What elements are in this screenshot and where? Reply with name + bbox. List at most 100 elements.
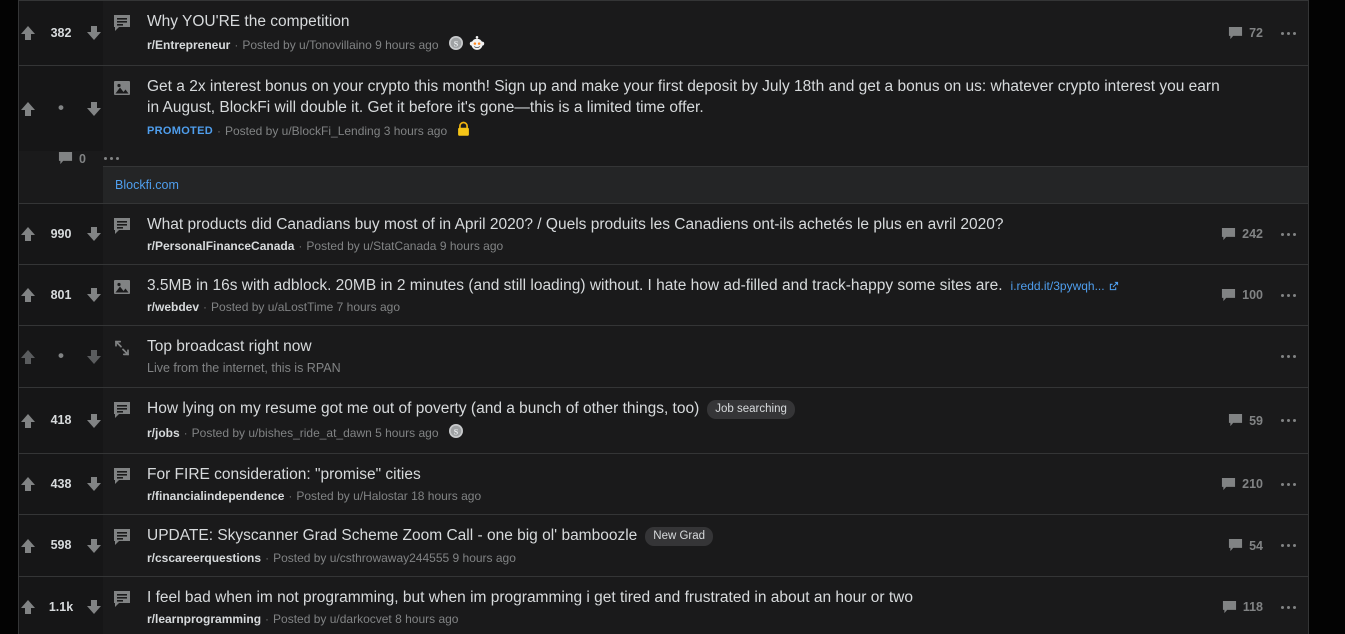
post-title[interactable]: I feel bad when im not programming, but … — [147, 587, 913, 608]
downvote-icon[interactable] — [84, 536, 104, 556]
text-post-icon[interactable] — [103, 515, 141, 576]
more-options-icon[interactable] — [1281, 605, 1296, 609]
post-row[interactable]: 1.1k I feel bad when im not programming, … — [18, 576, 1309, 634]
post-author-time[interactable]: Posted by u/StatCanada 9 hours ago — [306, 238, 503, 254]
text-post-icon[interactable] — [103, 454, 141, 514]
more-options-icon[interactable] — [1281, 31, 1296, 35]
subreddit-link[interactable]: r/learnprogramming — [147, 611, 261, 627]
broadcast-expand-icon[interactable] — [103, 326, 141, 387]
text-post-icon[interactable] — [103, 1, 141, 65]
ad-url-link[interactable]: Blockfi.com — [115, 178, 179, 192]
more-options-icon[interactable] — [1281, 482, 1296, 486]
post-row[interactable]: 382 Why YOU'RE the competition r/Entrepren… — [18, 0, 1309, 65]
subreddit-link[interactable]: r/webdev — [147, 299, 199, 315]
post-meta: r/webdev · Posted by u/aLostTime 7 hours a… — [147, 299, 1190, 315]
more-options-icon[interactable] — [1281, 293, 1296, 297]
upvote-icon[interactable] — [18, 536, 38, 556]
subreddit-link[interactable]: r/jobs — [147, 425, 180, 441]
post-author-time[interactable]: Posted by u/csthrowaway244555 9 hours ag… — [273, 550, 516, 566]
upvote-icon[interactable] — [18, 347, 38, 367]
more-options-icon[interactable] — [1281, 355, 1296, 358]
post-author-time[interactable]: Posted by u/darkocvet 8 hours ago — [273, 611, 458, 627]
post-row[interactable]: 418 How lying on my resume got me out of … — [18, 387, 1309, 453]
post-outbound-link[interactable]: i.redd.it/3pywqh... — [1011, 279, 1119, 293]
post-row[interactable]: 598 UPDATE: Skyscanner Grad Scheme Zoom C… — [18, 514, 1309, 576]
downvote-icon[interactable] — [84, 474, 104, 494]
more-options-icon[interactable] — [1281, 232, 1296, 236]
post-author-time[interactable]: Posted by u/Tonovillaino 9 hours ago — [242, 37, 438, 53]
post-row[interactable]: 438 For FIRE consideration: "promise" cit… — [18, 453, 1309, 514]
vote-column: • — [19, 326, 103, 387]
subreddit-link[interactable]: r/PersonalFinanceCanada — [147, 238, 294, 254]
comment-count-button[interactable]: 100 — [1221, 288, 1263, 303]
upvote-icon[interactable] — [18, 597, 38, 617]
lock-icon[interactable] — [456, 121, 471, 141]
upvote-icon[interactable] — [18, 285, 38, 305]
post-actions: 100 — [1196, 265, 1308, 325]
comment-count-button[interactable]: 0 — [58, 151, 86, 166]
post-meta: PROMOTED · Posted by u/BlockFi_Lending 3 h… — [147, 121, 1302, 141]
post-body: Why YOU'RE the competition r/Entrepreneur… — [141, 1, 1196, 65]
more-options-icon[interactable] — [1281, 544, 1296, 547]
downvote-icon[interactable] — [84, 224, 104, 244]
post-author-time[interactable]: Posted by u/BlockFi_Lending 3 hours ago — [225, 123, 447, 139]
post-title[interactable]: 3.5MB in 16s with adblock. 20MB in 2 min… — [147, 275, 1003, 296]
image-post-icon[interactable] — [103, 66, 141, 151]
silver-award-icon[interactable]: S — [448, 35, 464, 55]
upvote-icon[interactable] — [18, 224, 38, 244]
post-body: 3.5MB in 16s with adblock. 20MB in 2 min… — [141, 265, 1196, 325]
post-author-time[interactable]: Posted by u/bishes_ride_at_dawn 5 hours … — [192, 425, 439, 441]
post-title[interactable]: Why YOU'RE the competition — [147, 11, 350, 32]
upvote-icon[interactable] — [18, 23, 38, 43]
upvote-icon[interactable] — [18, 99, 38, 119]
post-flair[interactable]: New Grad — [645, 527, 714, 546]
post-author-time[interactable]: Posted by u/Halostar 18 hours ago — [296, 488, 481, 504]
subreddit-link[interactable]: r/financialindependence — [147, 488, 284, 504]
post-title-line: Top broadcast right now — [147, 336, 1190, 357]
post-author-time[interactable]: Posted by u/aLostTime 7 hours ago — [211, 299, 400, 315]
post-row[interactable]: • Get a 2x interest bonus on your crypto … — [18, 65, 1309, 203]
comment-count-button[interactable]: 54 — [1228, 538, 1263, 553]
silver-award-icon[interactable]: S — [448, 423, 464, 443]
post-title[interactable]: UPDATE: Skyscanner Grad Scheme Zoom Call… — [147, 525, 637, 546]
comment-count-button[interactable]: 118 — [1222, 600, 1263, 615]
meta-separator: · — [265, 612, 270, 626]
text-post-icon[interactable] — [103, 388, 141, 453]
post-actions: 59 — [1196, 388, 1308, 453]
post-actions: 0 — [19, 151, 131, 166]
comment-count-button[interactable]: 72 — [1228, 26, 1263, 41]
post-row[interactable]: • Top broadcast right now Live from the in… — [18, 325, 1309, 387]
text-post-icon[interactable] — [103, 204, 141, 264]
post-row[interactable]: 990 What products did Canadians buy most … — [18, 203, 1309, 264]
snoo-award-icon[interactable] — [469, 35, 485, 55]
subreddit-link[interactable]: r/cscareerquestions — [147, 550, 261, 566]
post-score: 382 — [50, 25, 72, 40]
post-title[interactable]: How lying on my resume got me out of pov… — [147, 398, 699, 419]
post-title[interactable]: Top broadcast right now — [147, 336, 312, 357]
downvote-icon[interactable] — [84, 597, 104, 617]
downvote-icon[interactable] — [84, 411, 104, 431]
comment-icon — [58, 151, 73, 166]
post-row[interactable]: 801 3.5MB in 16s with adblock. 20MB in 2 … — [18, 264, 1309, 325]
more-options-icon[interactable] — [1281, 419, 1296, 422]
image-post-icon[interactable] — [103, 265, 141, 325]
text-post-icon[interactable] — [103, 577, 141, 634]
upvote-icon[interactable] — [18, 411, 38, 431]
downvote-icon[interactable] — [84, 23, 104, 43]
meta-separator: · — [234, 38, 239, 52]
post-title[interactable]: For FIRE consideration: "promise" cities — [147, 464, 421, 485]
post-title[interactable]: What products did Canadians buy most of … — [147, 214, 1003, 235]
vote-column: 382 — [19, 1, 103, 65]
downvote-icon[interactable] — [84, 99, 104, 119]
downvote-icon[interactable] — [84, 347, 104, 367]
downvote-icon[interactable] — [84, 285, 104, 305]
post-title[interactable]: Get a 2x interest bonus on your crypto t… — [147, 76, 1222, 118]
comment-count-button[interactable]: 59 — [1228, 413, 1263, 428]
subreddit-link[interactable]: r/Entrepreneur — [147, 37, 230, 53]
upvote-icon[interactable] — [18, 474, 38, 494]
comment-count-button[interactable]: 242 — [1221, 227, 1263, 242]
post-flair[interactable]: Job searching — [707, 400, 795, 419]
more-options-icon[interactable] — [104, 157, 119, 160]
post-score: • — [58, 98, 64, 118]
comment-count-button[interactable]: 210 — [1221, 477, 1263, 492]
